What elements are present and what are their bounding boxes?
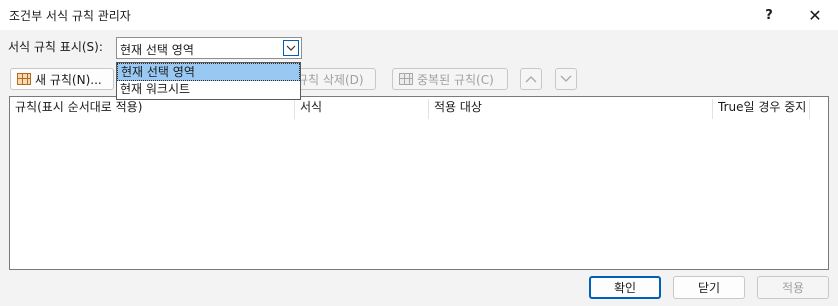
chevron-up-icon: [525, 76, 537, 83]
move-up-button[interactable]: [520, 68, 542, 90]
delete-rule-label: 규칙 삭제(D): [297, 72, 364, 87]
apply-button[interactable]: 적용: [757, 276, 829, 299]
new-rule-icon: [17, 73, 31, 85]
move-down-button[interactable]: [555, 68, 577, 90]
close-button[interactable]: 닫기: [673, 276, 745, 299]
dropdown-option-worksheet[interactable]: 현재 워크시트: [117, 81, 300, 99]
column-header-stop-if-true[interactable]: True일 경우 중지: [712, 99, 810, 119]
window-title: 조건부 서식 규칙 관리자: [9, 9, 131, 23]
column-header-rule[interactable]: 규칙(표시 순서대로 적용): [10, 99, 294, 119]
help-button[interactable]: ?: [746, 0, 792, 30]
title-bar: 조건부 서식 규칙 관리자 ? ✕: [0, 0, 838, 30]
rules-list[interactable]: 규칙(표시 순서대로 적용) 서식 적용 대상 True일 경우 중지: [9, 96, 829, 270]
show-rules-value: 현재 선택 영역: [120, 43, 194, 57]
new-rule-button[interactable]: 새 규칙(N)...: [10, 68, 114, 90]
dropdown-option-selection[interactable]: 현재 선택 영역: [117, 63, 300, 81]
chevron-down-icon[interactable]: [283, 40, 299, 56]
chevron-down-icon: [560, 75, 572, 82]
column-header-format[interactable]: 서식: [294, 99, 428, 119]
ok-button[interactable]: 확인: [589, 276, 661, 299]
show-rules-dropdown[interactable]: 현재 선택 영역 현재 워크시트: [116, 62, 301, 100]
duplicate-rule-button[interactable]: 중복된 규칙(C): [392, 68, 508, 90]
show-rules-select[interactable]: 현재 선택 영역: [116, 37, 302, 59]
duplicate-rule-icon: [399, 73, 413, 85]
duplicate-rule-label: 중복된 규칙(C): [417, 72, 494, 87]
show-rules-label: 서식 규칙 표시(S):: [8, 40, 103, 54]
close-window-button[interactable]: ✕: [792, 0, 838, 30]
column-header-applies-to[interactable]: 적용 대상: [428, 99, 712, 119]
new-rule-label: 새 규칙(N)...: [35, 72, 102, 87]
